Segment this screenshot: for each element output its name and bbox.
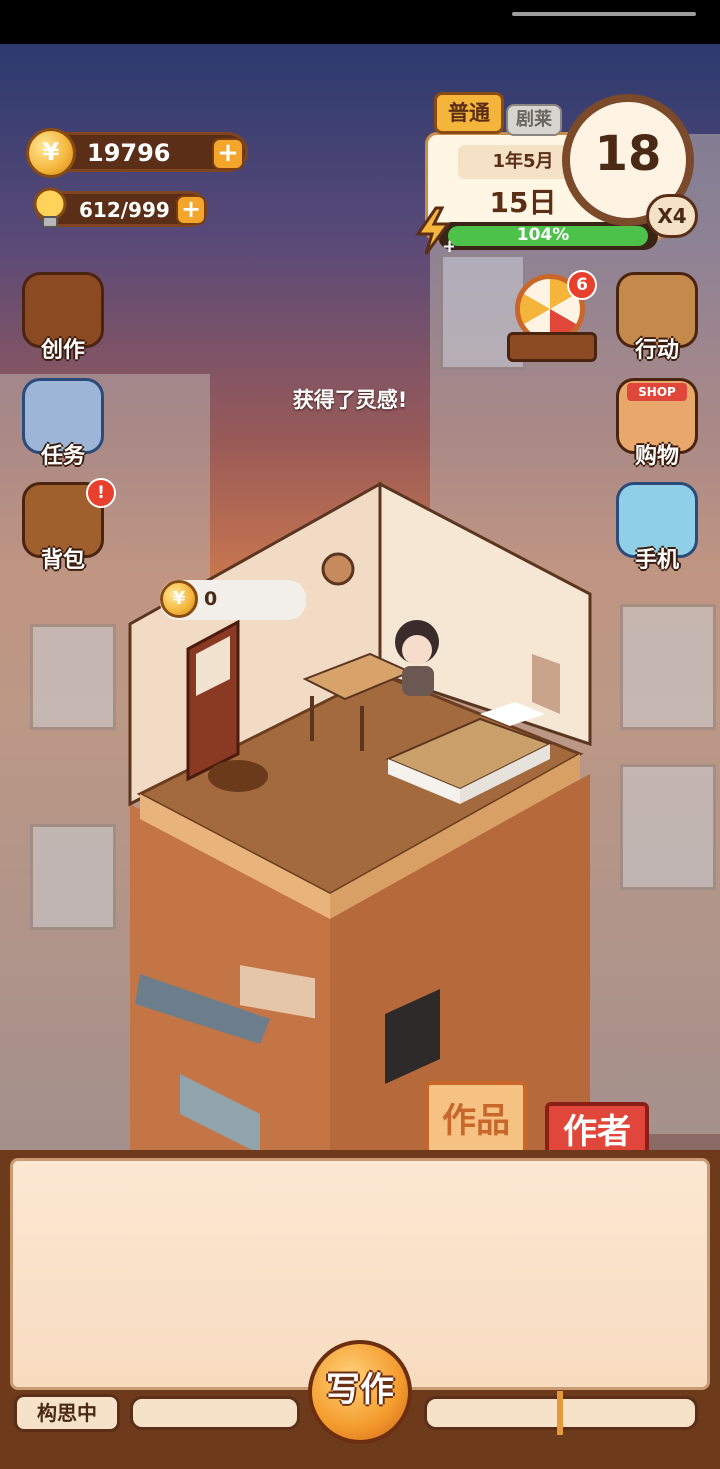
status-label: 构思中: [14, 1394, 120, 1432]
wheel-base: [507, 332, 597, 362]
write-button[interactable]: 写作: [308, 1340, 412, 1444]
progress-marker: [557, 1391, 563, 1435]
backpack-label: 背包: [40, 548, 85, 573]
inspiration-notification: 获得了灵感!: [292, 388, 408, 412]
coin-bubble-value: 0: [204, 588, 218, 610]
shop-sign: SHOP: [627, 383, 687, 401]
coin-icon: ¥: [160, 580, 198, 618]
create-button[interactable]: 创作: [18, 272, 108, 363]
shop-button[interactable]: SHOP 购物: [612, 378, 702, 469]
create-label: 创作: [40, 338, 85, 363]
inspiration-count: 612/999: [79, 198, 170, 222]
background-window: [30, 624, 116, 730]
add-coins-button[interactable]: +: [212, 138, 244, 170]
alert-badge: !: [86, 478, 116, 508]
shop-label: 购物: [634, 444, 679, 469]
add-inspiration-button[interactable]: +: [176, 195, 206, 225]
coin-count: 19796: [87, 139, 171, 167]
room-rug: [208, 760, 268, 792]
coin-bubble: ¥ 0: [160, 580, 306, 620]
action-label: 行动: [634, 338, 679, 363]
svg-text:+: +: [442, 236, 454, 256]
writing-panel: 构思中 写作: [0, 1150, 720, 1469]
difficulty-tab[interactable]: 普通: [434, 92, 504, 134]
tasks-label: 任务: [40, 444, 85, 469]
round-window: [321, 552, 355, 586]
energy-percent: 104%: [516, 225, 570, 245]
tab-author[interactable]: 作者: [545, 1102, 649, 1154]
coin-icon: ¥: [26, 128, 76, 178]
phone-label: 手机: [634, 548, 679, 573]
tab-works[interactable]: 作品: [425, 1081, 527, 1154]
background-window: [30, 824, 116, 930]
lightbulb-icon: [30, 186, 70, 230]
lucky-wheel-button[interactable]: 6: [505, 270, 599, 368]
background-window: [620, 604, 716, 730]
energy-bar: 104%: [438, 222, 658, 250]
tasks-button[interactable]: 任务: [18, 378, 108, 469]
phone-button[interactable]: 手机: [612, 482, 702, 573]
progress-bar-right: [424, 1391, 698, 1435]
status-bar: [0, 0, 720, 44]
clock-hour: 18: [594, 126, 662, 182]
speed-button[interactable]: X4: [646, 194, 698, 238]
lightning-icon[interactable]: +: [414, 206, 457, 257]
background-window: [620, 764, 716, 890]
backpack-button[interactable]: 背包 !: [18, 478, 116, 573]
wheel-badge: 6: [567, 270, 597, 300]
action-button[interactable]: 行动: [612, 272, 702, 363]
player-room[interactable]: [120, 474, 600, 1154]
hidden-tab[interactable]: 剧莱: [506, 104, 562, 136]
home-indicator[interactable]: [512, 12, 696, 16]
progress-bar-left: [130, 1396, 300, 1430]
